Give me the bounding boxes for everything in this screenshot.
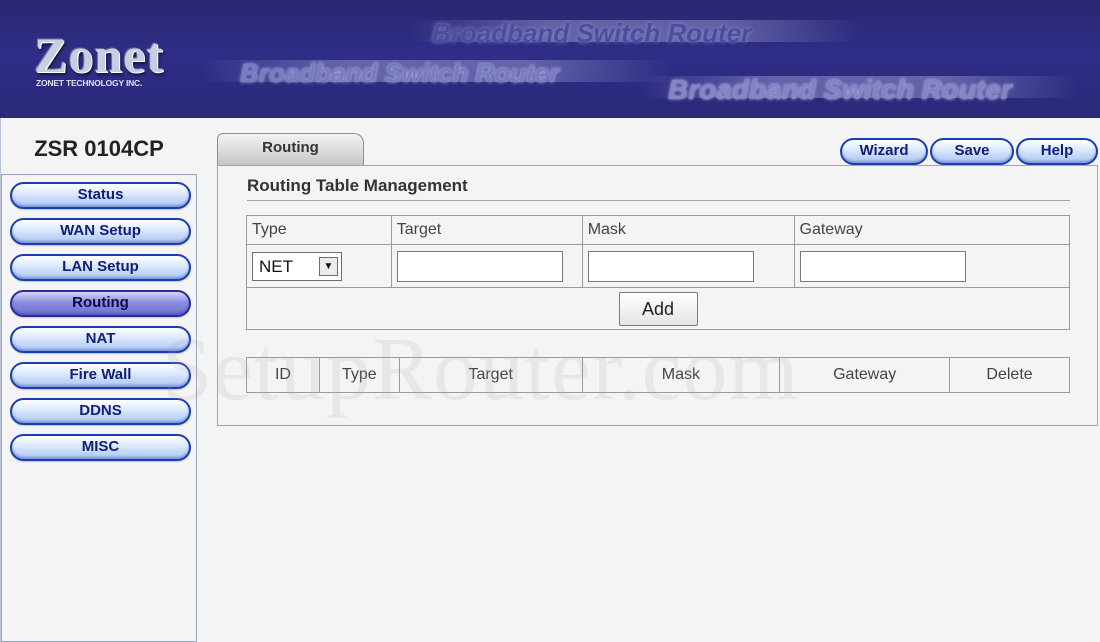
sidebar-header: ZSR 0104CP [1,118,197,174]
mask-cell [581,244,795,288]
col-header-delete: Delete [949,357,1070,393]
sidebar-item-wan-setup[interactable]: WAN Setup [10,218,191,245]
route-entry-form: Type Target Mask Gateway NET ▼ Add [246,215,1070,330]
routing-table: ID Type Target Mask Gateway Delete [246,357,1070,393]
target-cell [390,244,583,288]
col-header-id: ID [246,357,320,393]
col-header-type: Type [318,357,400,393]
form-header-row: Type Target Mask Gateway [246,215,1070,245]
col-header-mask: Mask [581,357,781,393]
banner-tagline: Broadband Switch Router [240,58,560,88]
model-title: ZSR 0104CP [34,136,164,161]
add-cell: Add [246,287,1070,330]
sidebar: ZSR 0104CP Status WAN Setup LAN Setup Ro… [0,118,197,642]
form-header-gateway: Gateway [793,215,1070,245]
routing-panel: Routing Table Management Type Target Mas… [217,165,1098,426]
tab-routing[interactable]: Routing [217,133,364,166]
form-header-type: Type [246,215,392,245]
type-select[interactable]: NET ▼ [252,251,342,281]
logo-subtitle: ZONET TECHNOLOGY INC. [36,78,143,88]
target-input[interactable] [396,250,563,282]
wizard-button[interactable]: Wizard [840,138,928,165]
save-button[interactable]: Save [930,138,1014,165]
form-header-mask: Mask [581,215,795,245]
add-button[interactable]: Add [618,291,698,326]
col-header-gateway: Gateway [779,357,951,393]
gateway-input[interactable] [799,250,966,282]
banner-tagline: Broadband Switch Router [432,18,752,48]
sidebar-item-lan-setup[interactable]: LAN Setup [10,254,191,281]
chevron-down-icon[interactable]: ▼ [319,256,338,276]
col-header-target: Target [398,357,583,393]
mask-input[interactable] [587,250,754,282]
section-divider [247,200,1070,201]
type-select-value: NET [259,256,293,276]
gateway-cell [793,244,1070,288]
routing-table-header: ID Type Target Mask Gateway Delete [246,357,1070,393]
logo-wordmark: Zonet [34,27,164,83]
sidebar-item-ddns[interactable]: DDNS [10,398,191,425]
sidebar-item-firewall[interactable]: Fire Wall [10,362,191,389]
sidebar-item-status[interactable]: Status [10,182,191,209]
banner-tagline: Broadband Switch Router [668,74,1012,105]
header-banner: Zonet ZONET TECHNOLOGY INC. Broadband Sw… [0,0,1100,118]
sidebar-item-misc[interactable]: MISC [10,434,191,461]
zonet-logo: Zonet ZONET TECHNOLOGY INC. [30,26,188,96]
section-title: Routing Table Management [247,176,468,195]
form-add-row: Add [246,287,1070,330]
sidebar-menu: Status WAN Setup LAN Setup Routing NAT F… [1,174,197,642]
sidebar-item-routing[interactable]: Routing [10,290,191,317]
form-input-row: NET ▼ [246,244,1070,288]
type-cell: NET ▼ [246,244,392,288]
form-header-target: Target [390,215,583,245]
sidebar-item-nat[interactable]: NAT [10,326,191,353]
help-button[interactable]: Help [1016,138,1098,165]
